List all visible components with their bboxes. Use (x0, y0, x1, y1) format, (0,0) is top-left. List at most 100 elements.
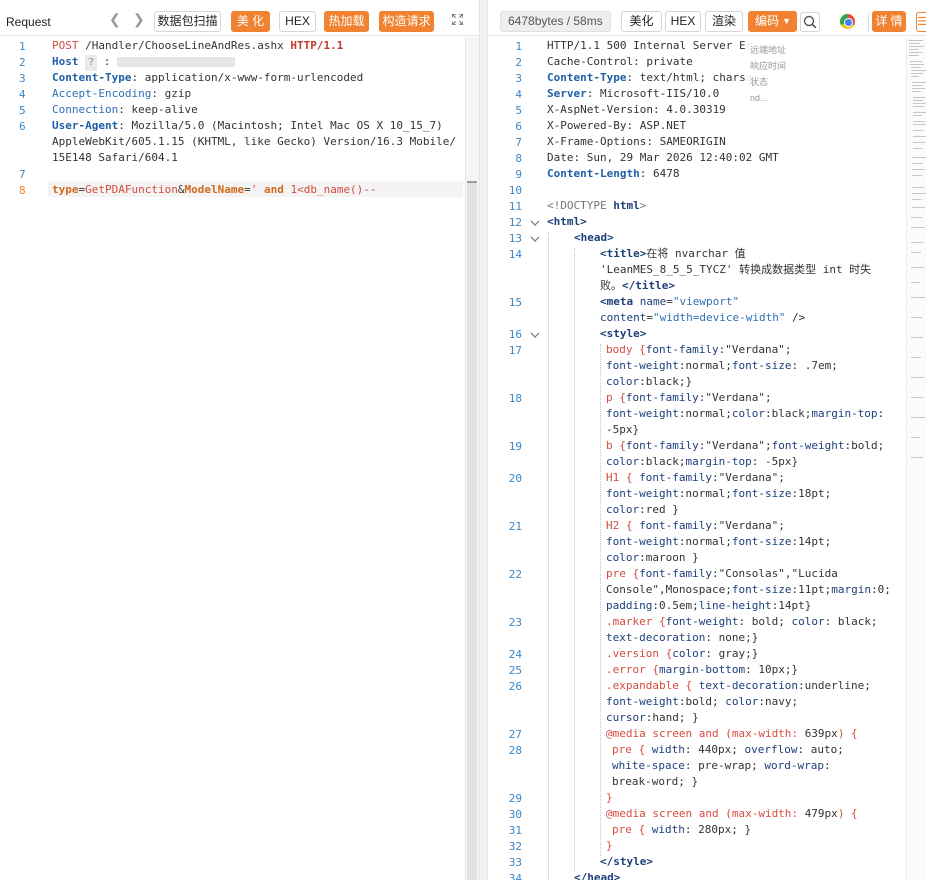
css-brace: } (606, 791, 613, 804)
request-scrollbar-thumb[interactable] (467, 181, 477, 880)
code-minimap[interactable] (906, 37, 926, 880)
css-property: color (606, 455, 640, 468)
css-rule: .expandable { text-decoration:underline; (606, 678, 871, 694)
css-property: font-weight (665, 615, 739, 628)
header-user-agent-wrap: AppleWebKit/605.1.15 (KHTML, like Gecko)… (52, 135, 456, 148)
header-content-type: Content-Type: application/x-www-form-url… (52, 70, 363, 86)
tooltip-line: 远端地址 (750, 45, 787, 55)
css-value: : gray;} (705, 647, 759, 660)
help-icon[interactable]: ? (85, 55, 98, 71)
line-number: 16 (508, 328, 522, 341)
css-property: overflow (744, 743, 798, 756)
css-value: :0.5em; (652, 599, 699, 612)
hotload-button[interactable]: 热加载 (324, 11, 369, 32)
sql-keyword: and (257, 183, 291, 196)
copy-icon[interactable]: ☰ (916, 12, 926, 32)
back-arrow-icon[interactable]: ❮ (109, 11, 121, 28)
css-property: font-family (639, 471, 712, 484)
css-value: :11pt; (791, 583, 832, 596)
render-button[interactable]: 渲染 (705, 11, 743, 32)
beautify-button[interactable]: 美 化 (231, 11, 270, 32)
css-rule-wrap: font-weight:normal;font-size: .7em; (606, 358, 838, 374)
packet-scan-button[interactable]: 数据包扫描 (154, 11, 221, 32)
css-value: :"Verdana"; (718, 343, 792, 356)
line-number: 3 (19, 72, 26, 85)
css-media: @media screen and (max-width: 639px) { (606, 726, 858, 742)
line-number: 27 (508, 728, 522, 741)
line-number: 2 (515, 56, 522, 69)
beautify-button[interactable]: 美化 (621, 11, 662, 32)
css-value: :"Verdana"; (711, 519, 785, 532)
attr-value: "viewport" (672, 295, 740, 308)
line-number: 4 (19, 88, 26, 101)
css-property: color (606, 503, 640, 516)
fold-chevron-icon[interactable] (530, 218, 540, 228)
css-rule: body {font-family:"Verdana"; (606, 342, 791, 358)
css-value: :"Verdana"; (698, 439, 772, 452)
css-property: width (651, 823, 685, 836)
css-value: :normal; (678, 487, 732, 500)
css-rule-wrap: text-decoration: none;} (606, 630, 758, 646)
search-button[interactable] (800, 12, 820, 32)
header-line: X-Frame-Options: SAMEORIGIN (547, 135, 726, 148)
fold-chevron-icon[interactable] (530, 330, 540, 340)
css-rule-wrap: Console",Monospace;font-size:11pt;margin… (606, 582, 891, 598)
line-number: 5 (515, 104, 522, 117)
css-property: font-weight (606, 535, 679, 548)
line-number: 19 (508, 440, 522, 453)
detail-button[interactable]: 详 情 (872, 11, 906, 32)
css-value: :14pt; (791, 535, 832, 548)
line-number: 5 (19, 104, 26, 117)
header-key: Server (547, 87, 587, 100)
header-key: Content-Type (547, 71, 627, 84)
css-value: :navy; (758, 695, 799, 708)
toolbar-divider (868, 13, 869, 31)
doctype-open: <!DOCTYPE (547, 199, 614, 212)
forward-arrow-icon[interactable]: ❯ (133, 11, 145, 28)
response-stats: 6478bytes / 58ms (500, 11, 611, 32)
css-value: : (877, 407, 885, 420)
line-number: 29 (508, 792, 522, 805)
css-property: color (731, 407, 765, 420)
css-rule: pre {font-family:"Consolas","Lucida (606, 566, 838, 582)
css-value: :14pt} (771, 599, 812, 612)
line-number: 31 (508, 824, 522, 837)
css-value: : -5px} (751, 455, 799, 468)
css-value: 639px (804, 727, 838, 740)
css-property: font-size (731, 583, 792, 596)
param-key: ModelName (184, 183, 245, 196)
css-property: color (606, 375, 640, 388)
chrome-icon[interactable] (840, 14, 855, 29)
css-selector: .expandable { (606, 679, 699, 692)
css-media-query: @media screen and (max-width: (606, 727, 805, 740)
line-number: 28 (508, 744, 522, 757)
pane-splitter[interactable] (479, 0, 488, 880)
sql-literal: 1< (290, 183, 304, 196)
line-number: 2 (19, 56, 26, 69)
http-method: POST (52, 39, 79, 52)
head-tag: <head> (574, 231, 614, 244)
line-number: 6 (515, 120, 522, 133)
hex-button[interactable]: HEX (665, 11, 701, 32)
line-number: 20 (508, 472, 522, 485)
encoding-dropdown[interactable]: 编码 ▼ (748, 11, 797, 32)
css-value: :"Verdana"; (711, 471, 785, 484)
css-value: : pre-wrap; (684, 759, 765, 772)
request-line: POST /Handler/ChooseLineAndRes.ashx HTTP… (52, 38, 343, 54)
expand-icon[interactable] (452, 14, 463, 25)
css-property: line-height (698, 599, 772, 612)
fold-chevron-icon[interactable] (530, 234, 540, 244)
header-value: : Microsoft-IIS/10.0 (586, 87, 720, 100)
css-value: :black; (639, 455, 686, 468)
hex-button[interactable]: HEX (279, 11, 316, 32)
header-key: User-Agent (52, 119, 119, 132)
css-rule-wrap: -5px} (606, 423, 640, 436)
css-value: :normal; (678, 359, 732, 372)
line-number: 17 (508, 344, 522, 357)
css-selector: .error { (606, 663, 659, 676)
header-line: Cache-Control: private (547, 55, 693, 68)
css-property: font-family (625, 391, 699, 404)
doctype-close: > (639, 199, 647, 212)
search-icon (803, 15, 817, 29)
build-request-button[interactable]: 构造请求 (379, 11, 434, 32)
